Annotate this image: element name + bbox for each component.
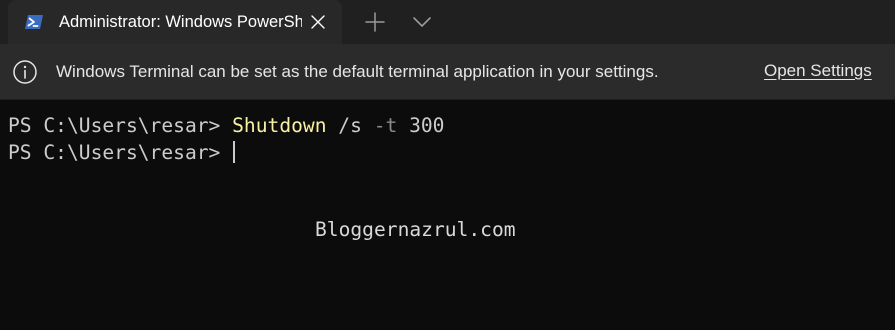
- plus-icon: [365, 12, 385, 32]
- powershell-icon: [24, 12, 44, 32]
- command-value: 300: [397, 114, 445, 137]
- terminal-output[interactable]: PS C:\Users\resar> Shutdown /s -t 300 PS…: [0, 101, 895, 330]
- new-tab-button[interactable]: [360, 8, 390, 36]
- close-icon[interactable]: [304, 8, 332, 36]
- info-icon: [12, 59, 38, 85]
- tab-powershell[interactable]: Administrator: Windows PowerShell: [8, 0, 342, 44]
- text-cursor: [233, 141, 235, 163]
- open-settings-link[interactable]: Open Settings: [764, 60, 872, 82]
- terminal-line: PS C:\Users\resar> Shutdown /s -t 300: [8, 113, 444, 139]
- command-argument: /s: [326, 114, 374, 137]
- info-message: Windows Terminal can be set as the defau…: [56, 62, 659, 81]
- tab-title: Administrator: Windows PowerShell: [59, 13, 302, 31]
- prompt: PS C:\Users\resar>: [8, 114, 233, 137]
- chevron-down-icon: [413, 17, 431, 27]
- info-bar: Windows Terminal can be set as the defau…: [0, 44, 895, 100]
- watermark-text: Bloggernazrul.com: [315, 218, 516, 241]
- prompt: PS C:\Users\resar>: [8, 141, 233, 164]
- title-bar: Administrator: Windows PowerShell: [0, 0, 895, 44]
- tab-dropdown-button[interactable]: [408, 8, 436, 36]
- command-parameter: -t: [373, 114, 398, 137]
- command-name: Shutdown: [232, 114, 327, 137]
- terminal-line: PS C:\Users\resar>: [8, 140, 235, 166]
